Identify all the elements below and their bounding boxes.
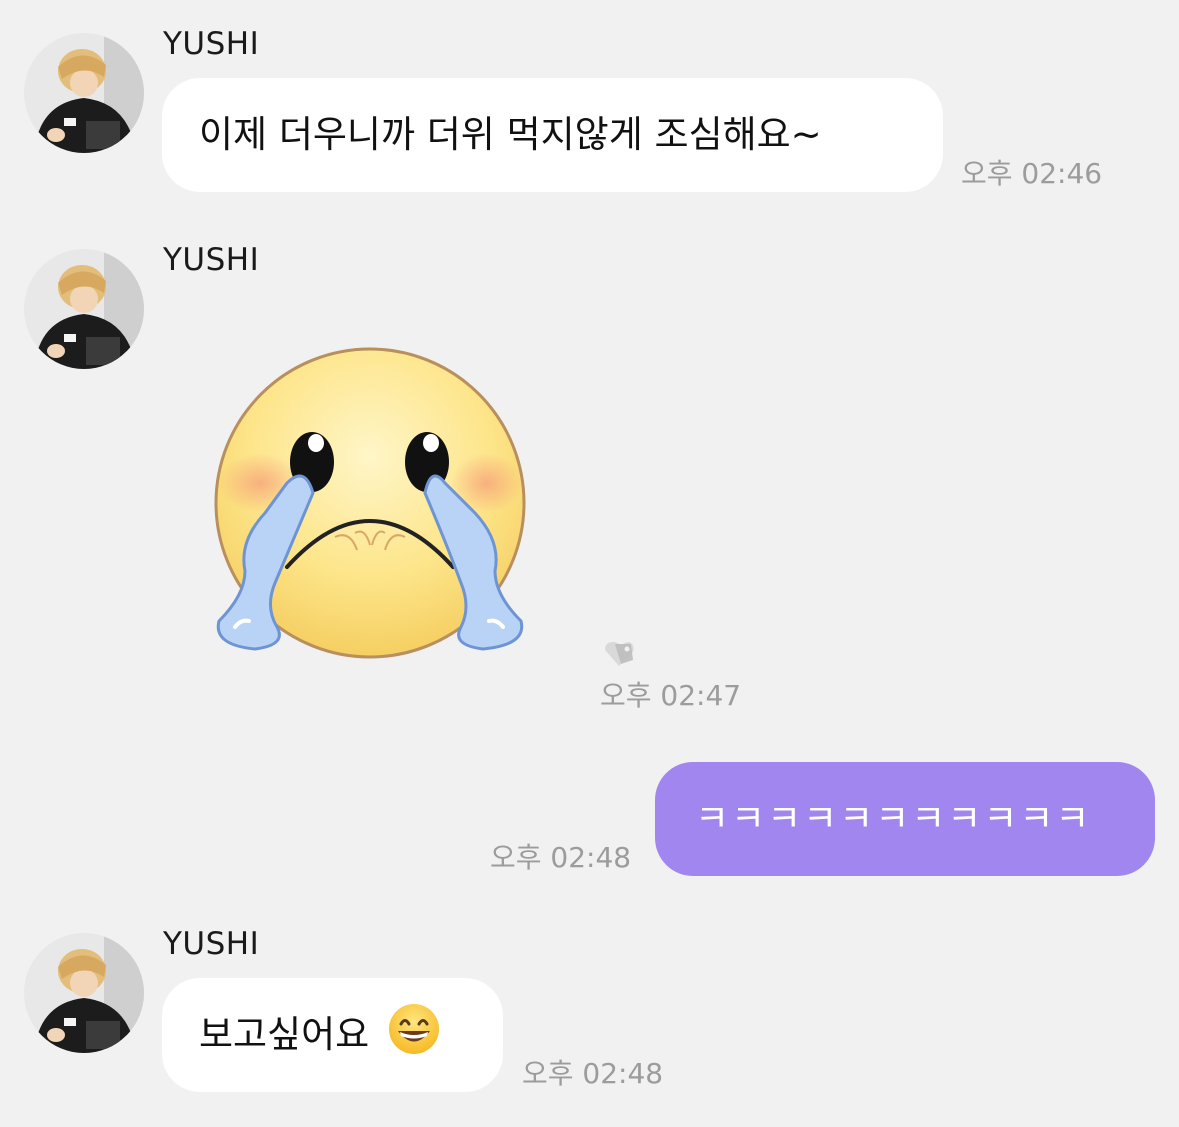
crying-face-sticker[interactable]	[205, 345, 535, 665]
message-row: YUSHI 보고싶어요 오후 02:48	[0, 905, 1179, 1105]
message-bubble[interactable]: 이제 더우니까 더위 먹지않게 조심해요~	[162, 78, 943, 192]
message-text: 이제 더우니까 더위 먹지않게 조심해요~	[199, 113, 822, 156]
message-row: YUSHI 이제 더우니까 더위 먹지않게 조심해요~ 오후 02:46	[0, 0, 1179, 200]
message-row: 오후 02:48 ㅋㅋㅋㅋㅋㅋㅋㅋㅋㅋㅋ	[0, 740, 1179, 890]
sender-name: YUSHI	[163, 926, 260, 962]
sender-name: YUSHI	[163, 26, 260, 62]
avatar[interactable]	[24, 933, 144, 1053]
message-text: ㅋㅋㅋㅋㅋㅋㅋㅋㅋㅋㅋ	[695, 797, 1092, 840]
message-text: 보고싶어요	[199, 1013, 370, 1056]
tag-heart-icon[interactable]	[601, 638, 637, 668]
message-timestamp: 오후 02:48	[522, 1057, 664, 1090]
avatar[interactable]	[24, 33, 144, 153]
message-row: YUSHI 오후 02:47	[0, 220, 1179, 720]
sender-name: YUSHI	[163, 242, 260, 278]
message-bubble[interactable]: 보고싶어요	[162, 978, 503, 1092]
grinning-face-emoji	[387, 1002, 441, 1068]
message-timestamp: 오후 02:46	[961, 157, 1103, 190]
message-bubble[interactable]: ㅋㅋㅋㅋㅋㅋㅋㅋㅋㅋㅋ	[655, 762, 1155, 876]
avatar[interactable]	[24, 249, 144, 369]
message-timestamp: 오후 02:47	[600, 679, 742, 712]
message-timestamp: 오후 02:48	[490, 841, 632, 874]
